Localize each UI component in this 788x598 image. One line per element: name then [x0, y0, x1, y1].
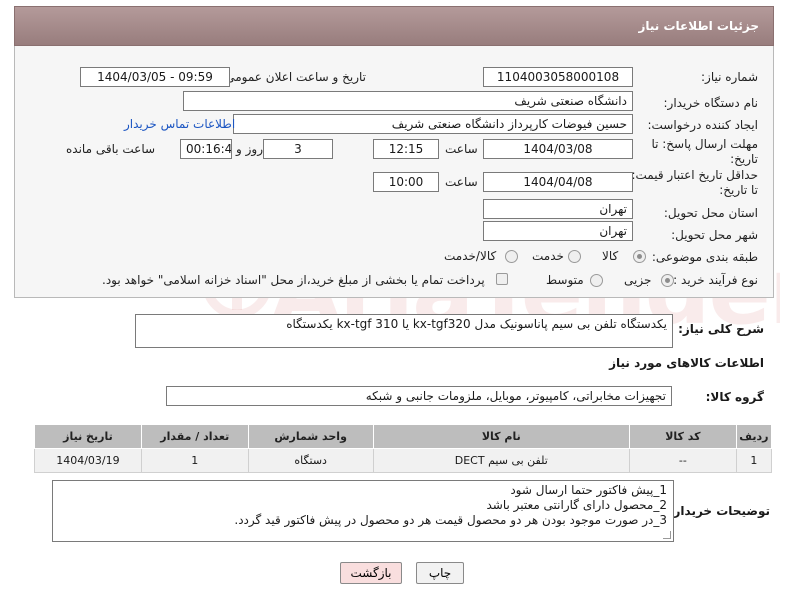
cell-unit: دستگاه — [247, 448, 374, 473]
province-label: استان محل تحویل: — [663, 206, 758, 220]
goods-table: ردیف کد کالا نام کالا واحد شمارش تعداد /… — [34, 424, 773, 473]
city-label: شهر محل تحویل: — [671, 228, 758, 242]
col-row: ردیف — [735, 424, 773, 449]
announce-field: 1404/03/05 - 09:59 — [80, 67, 230, 87]
category-option-service: خدمت — [532, 249, 564, 263]
process-option-medium: متوسط — [546, 273, 584, 287]
table-row: 1 -- تلفن بی سیم DECT دستگاه 1 1404/03/1… — [34, 448, 773, 473]
treasury-payment-checkbox[interactable] — [496, 273, 508, 285]
goods-section-title: اطلاعات کالاهای مورد نیاز — [609, 356, 764, 370]
validity-label: حداقل تاریخ اعتبار قیمت: — [631, 168, 758, 182]
resize-handle[interactable] — [663, 531, 671, 539]
cell-code: -- — [628, 448, 737, 473]
goods-table-header: ردیف کد کالا نام کالا واحد شمارش تعداد /… — [34, 424, 773, 449]
creator-label: ایجاد کننده درخواست: — [647, 118, 758, 132]
deadline-date-field: 1404/03/08 — [483, 139, 633, 159]
col-unit: واحد شمارش — [247, 424, 374, 449]
category-label: طبقه بندی موضوعی: — [651, 250, 758, 264]
remaining-time-field: 00:16:47 — [180, 139, 232, 159]
province-field: تهران — [483, 199, 633, 219]
validity-time-label: ساعت — [445, 175, 478, 189]
buyer-note-line: 1_پیش فاکتور حتما ارسال شود — [510, 483, 667, 497]
validity-label-2: تا تاریخ: — [719, 183, 758, 197]
print-button[interactable]: چاپ — [416, 562, 464, 584]
need-number-label: شماره نیاز: — [701, 70, 758, 84]
buyer-notes-label: توضیحات خریدار: — [668, 504, 770, 518]
description-field: یکدستگاه تلفن بی سیم پاناسونیک مدل kx-tg… — [135, 314, 673, 348]
cell-row: 1 — [735, 448, 773, 473]
cell-name: تلفن بی سیم DECT — [372, 448, 630, 473]
category-option-goods: کالا — [602, 249, 619, 263]
category-option-both: کالا/خدمت — [444, 249, 497, 263]
announce-label: تاریخ و ساعت اعلان عمومی: — [221, 70, 366, 84]
deadline-label-2: تاریخ: — [730, 152, 758, 166]
contact-info-link[interactable]: اطلاعات تماس خریدار — [124, 117, 235, 131]
remaining-label: ساعت باقی مانده — [66, 142, 156, 156]
treasury-payment-note: پرداخت تمام یا بخشی از مبلغ خرید،از محل … — [102, 273, 485, 287]
cell-qty: 1 — [140, 448, 249, 473]
col-name: نام کالا — [372, 424, 630, 449]
goods-group-field: تجهیزات مخابراتی، کامپیوتر، موبایل، ملزو… — [166, 386, 672, 406]
process-radio-minor[interactable] — [661, 274, 674, 287]
category-radio-service[interactable] — [568, 250, 581, 263]
buyer-notes-field: 1_پیش فاکتور حتما ارسال شود 2_محصول دارا… — [52, 480, 674, 542]
buyer-note-line: 3_در صورت موجود بودن هر دو محصول قیمت هر… — [234, 513, 667, 527]
process-label: نوع فرآیند خرید : — [673, 273, 758, 287]
goods-group-label: گروه کالا: — [705, 390, 764, 404]
category-radio-goods[interactable] — [633, 250, 646, 263]
panel-header: جزئیات اطلاعات نیاز — [14, 6, 774, 46]
category-radio-both[interactable] — [505, 250, 518, 263]
days-label: روز و — [236, 142, 263, 156]
cell-date: 1404/03/19 — [34, 448, 142, 473]
col-qty: تعداد / مقدار — [140, 424, 249, 449]
back-button[interactable]: بازگشت — [340, 562, 402, 584]
buyer-note-line: 2_محصول دارای گارانتی معتبر باشد — [486, 498, 668, 512]
process-option-minor: جزیی — [624, 273, 652, 287]
col-code: کد کالا — [628, 424, 737, 449]
deadline-time-field: 12:15 — [373, 139, 439, 159]
description-label: شرح کلی نیاز: — [678, 322, 764, 336]
need-number-field: 1104003058000108 — [483, 67, 633, 87]
col-date: تاریخ نیاز — [34, 424, 142, 449]
page-title: جزئیات اطلاعات نیاز — [638, 19, 759, 33]
city-field: تهران — [483, 221, 633, 241]
process-radio-medium[interactable] — [590, 274, 603, 287]
validity-date-field: 1404/04/08 — [483, 172, 633, 192]
days-field: 3 — [263, 139, 333, 159]
deadline-label: مهلت ارسال پاسخ: تا — [651, 137, 758, 151]
creator-field: حسین فیوضات کارپرداز دانشگاه صنعتی شریف — [233, 114, 633, 134]
buyer-org-label: نام دستگاه خریدار: — [663, 96, 759, 110]
buyer-org-field: دانشگاه صنعتی شریف — [183, 91, 633, 111]
validity-time-field: 10:00 — [373, 172, 439, 192]
deadline-time-label: ساعت — [445, 142, 478, 156]
